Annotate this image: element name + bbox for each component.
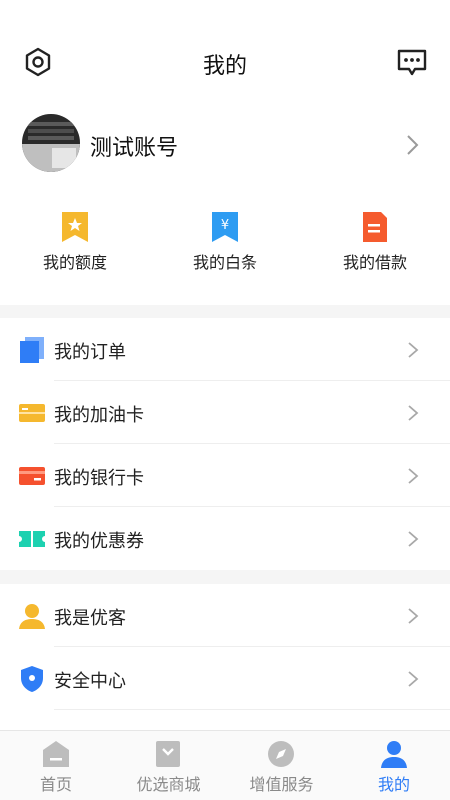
home-icon — [43, 741, 69, 767]
chevron-right-icon — [408, 342, 419, 358]
svg-text:¥: ¥ — [221, 218, 229, 233]
quick-quota-label: 我的额度 — [42, 253, 107, 272]
chevron-right-icon — [408, 468, 419, 484]
menu-item-security[interactable]: 安全中心 — [0, 647, 450, 710]
quick-quota[interactable]: 我的额度 — [0, 205, 150, 285]
quick-iou-label: 我的白条 — [192, 253, 257, 272]
tab-mine[interactable]: 我的 — [338, 731, 450, 800]
menu-item-label: 安全中心 — [54, 671, 126, 692]
menu-item-fuel-card[interactable]: 我的加油卡 — [0, 381, 450, 444]
messages-button[interactable] — [394, 44, 430, 80]
page-title: 我的 — [202, 54, 247, 79]
menu-group-2: 我是优客 安全中心 — [0, 584, 450, 734]
document-icon — [363, 212, 387, 242]
chevron-right-icon — [408, 531, 419, 547]
profile-name: 测试账号 — [90, 136, 179, 161]
profile-row[interactable]: 测试账号 — [0, 110, 450, 180]
menu-item-label: 我的优惠券 — [54, 531, 144, 552]
menu-item-coupons[interactable]: 我的优惠券 — [0, 507, 450, 570]
quick-iou[interactable]: ¥ 我的白条 — [150, 205, 300, 285]
fuel-card-icon — [19, 404, 45, 422]
chevron-right-icon — [408, 608, 419, 624]
tab-shop-label: 优选商城 — [136, 775, 201, 794]
quick-actions: 我的额度 ¥ 我的白条 我的借款 — [0, 205, 450, 285]
tab-shop[interactable]: 优选商城 — [112, 731, 225, 800]
user-icon — [381, 741, 407, 768]
chat-bubble-icon — [397, 49, 427, 76]
bank-card-icon — [19, 467, 45, 485]
shield-icon — [21, 666, 43, 692]
menu-item-label: 我是优客 — [54, 608, 126, 629]
header: 我的 — [0, 36, 450, 88]
avatar — [22, 114, 80, 172]
menu-item-vip[interactable]: 我是优客 — [0, 584, 450, 647]
menu-item-label: 我的银行卡 — [54, 468, 144, 489]
top-section: 我的 测试账号 我的额度 ¥ 我的白条 我的借款 — [0, 0, 450, 305]
quick-loan[interactable]: 我的借款 — [300, 205, 450, 285]
quick-loan-label: 我的借款 — [342, 253, 407, 272]
chevron-right-icon — [408, 671, 419, 687]
tab-home-label: 首页 — [39, 775, 72, 794]
tab-mine-label: 我的 — [377, 775, 410, 794]
menu-item-label: 我的加油卡 — [54, 405, 144, 426]
star-ribbon-icon — [62, 212, 88, 242]
chevron-right-icon — [408, 405, 419, 421]
compass-icon — [268, 741, 294, 767]
tab-bar: 首页 优选商城 增值服务 我的 — [0, 730, 450, 800]
coupon-icon — [19, 531, 45, 547]
user-icon — [19, 604, 45, 629]
tab-services-label: 增值服务 — [249, 775, 314, 794]
tab-home[interactable]: 首页 — [0, 731, 112, 800]
menu-item-bank-card[interactable]: 我的银行卡 — [0, 444, 450, 507]
shop-icon — [156, 741, 180, 767]
menu-item-label: 我的订单 — [54, 342, 126, 363]
chevron-right-icon — [407, 135, 419, 155]
yen-ribbon-icon: ¥ — [212, 212, 238, 242]
orders-icon — [20, 337, 44, 363]
tab-services[interactable]: 增值服务 — [225, 731, 338, 800]
menu-item-orders[interactable]: 我的订单 — [0, 318, 450, 381]
menu-group-1: 我的订单 我的加油卡 我的银行卡 我的优惠券 — [0, 318, 450, 570]
